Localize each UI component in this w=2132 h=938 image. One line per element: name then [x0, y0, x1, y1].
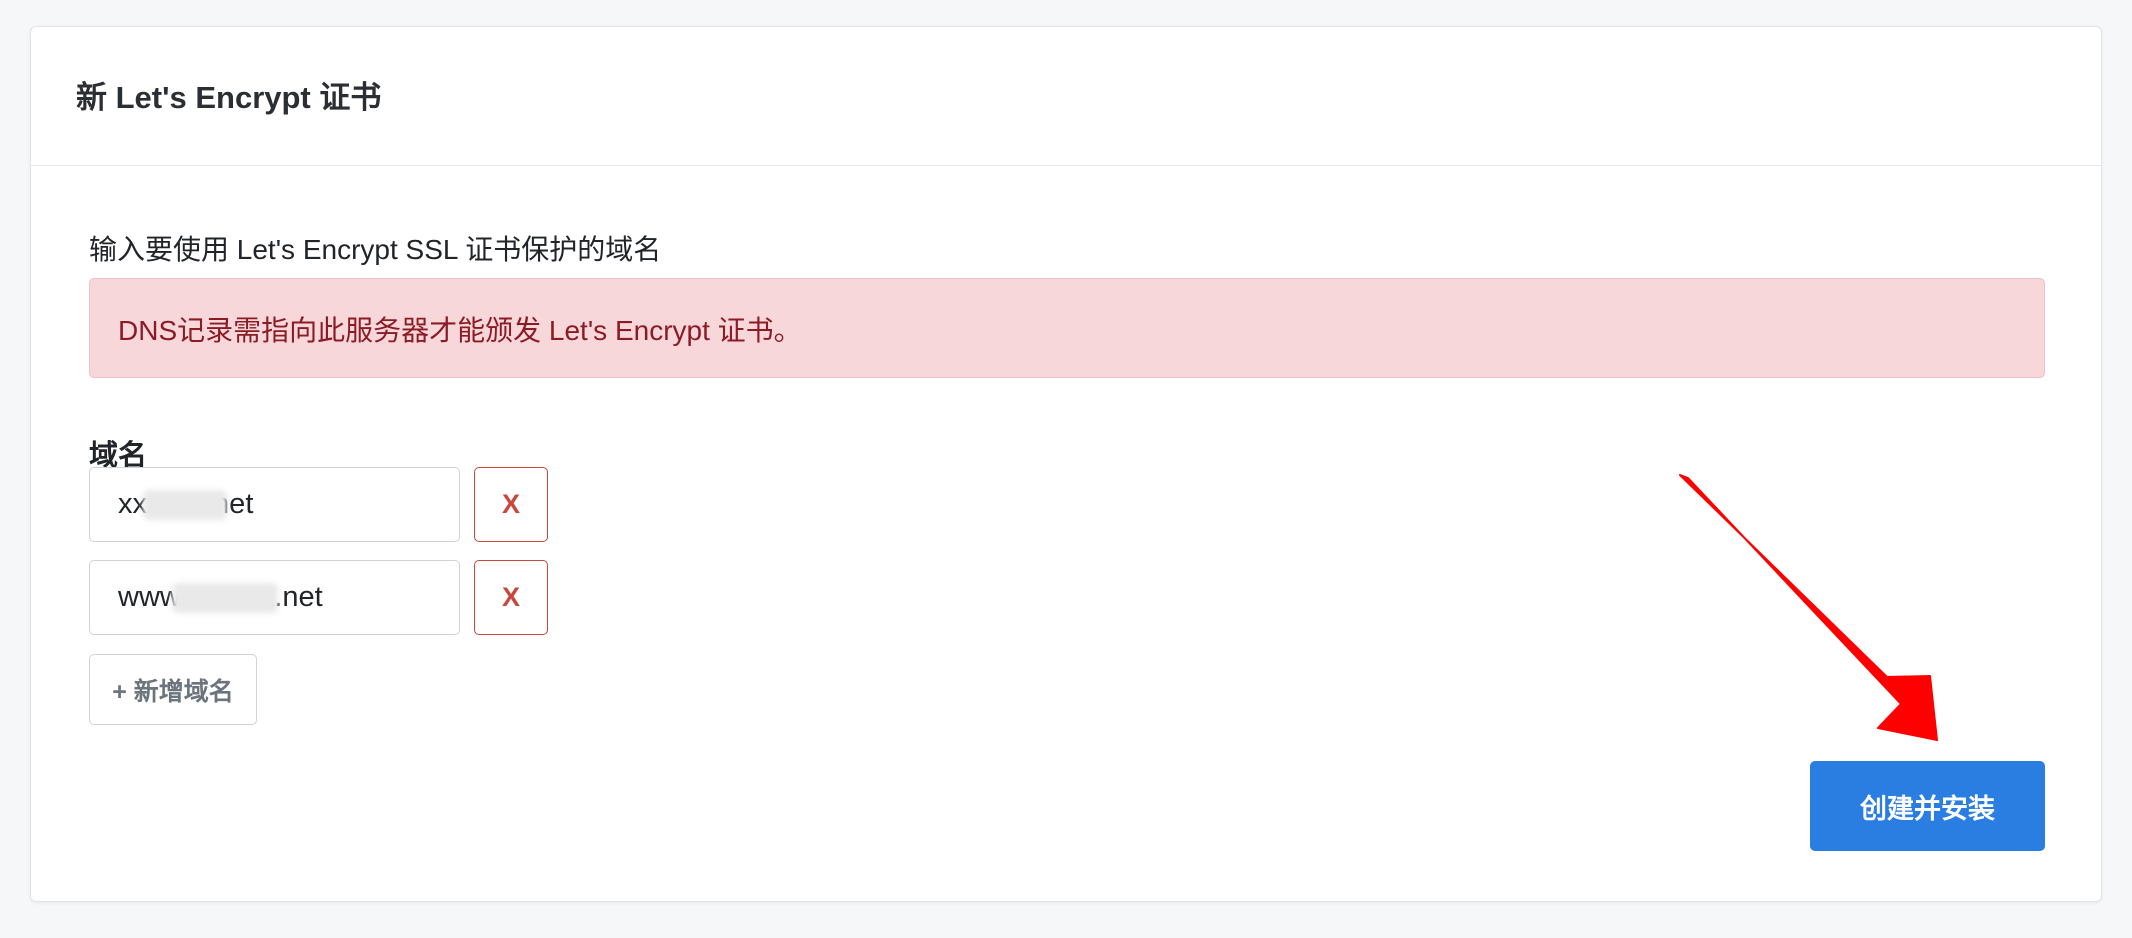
remove-domain-button-1[interactable]: X [474, 467, 548, 542]
intro-text: 输入要使用 Let's Encrypt SSL 证书保护的域名 [89, 234, 662, 265]
card-title: 新 Let's Encrypt 证书 [76, 80, 382, 115]
add-domain-button[interactable]: + 新增域名 [89, 654, 257, 725]
remove-domain-button-2[interactable]: X [474, 560, 548, 635]
dns-alert: DNS记录需指向此服务器才能颁发 Let's Encrypt 证书。 [89, 278, 2045, 378]
create-and-install-button[interactable]: 创建并安装 [1810, 761, 2045, 851]
dns-alert-text: DNS记录需指向此服务器才能颁发 Let's Encrypt 证书。 [118, 315, 802, 346]
lets-encrypt-card: 新 Let's Encrypt 证书 输入要使用 Let's Encrypt S… [30, 26, 2102, 902]
card-header: 新 Let's Encrypt 证书 [31, 27, 2101, 166]
domain-input-2[interactable] [89, 560, 460, 635]
domain-input-1[interactable] [89, 467, 460, 542]
